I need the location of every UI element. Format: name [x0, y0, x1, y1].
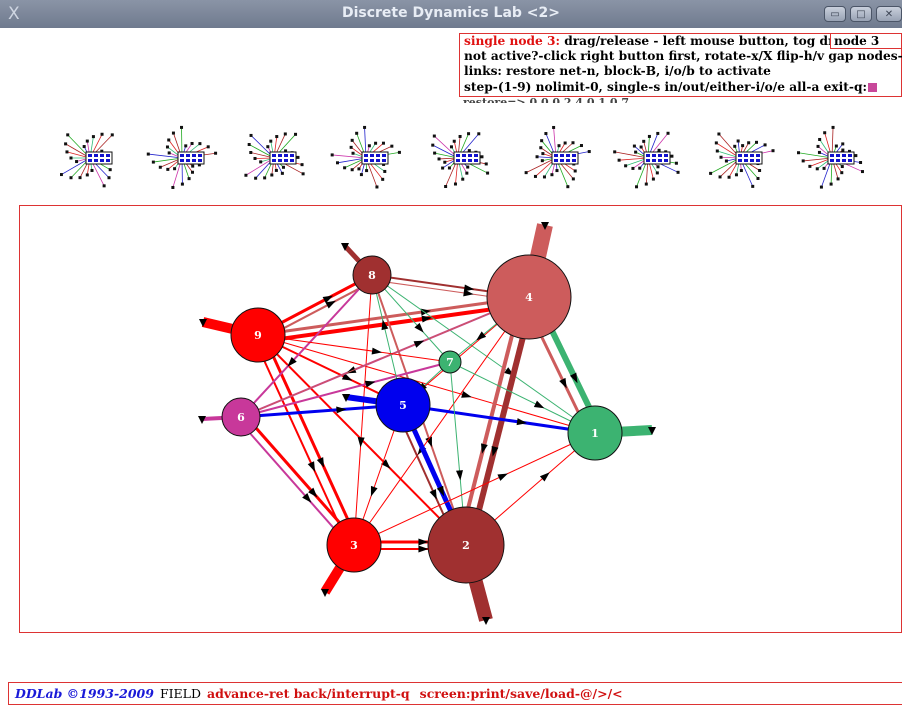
edge-arrow: [497, 473, 508, 481]
node-8[interactable]: 8: [352, 255, 392, 295]
node-label: 7: [446, 356, 454, 369]
edge-arrow: [316, 457, 325, 468]
edge-arrow: [461, 391, 472, 398]
node-label: 2: [462, 539, 470, 552]
network-edge: [353, 274, 373, 546]
node-9[interactable]: 9: [230, 307, 286, 363]
edge-arrow: [370, 485, 378, 497]
field-label: FIELD: [159, 686, 201, 701]
status-bar: DDLab ©1993-2009 FIELD advance-ret back/in…: [8, 682, 902, 705]
edge-arrow: [364, 380, 376, 388]
network-edge: [261, 332, 360, 544]
edge-arrow: [455, 470, 463, 481]
node-label: 6: [237, 411, 245, 424]
node-6[interactable]: 6: [221, 397, 261, 437]
edge-arrow: [418, 538, 429, 546]
node-label: 8: [368, 269, 376, 282]
node-label: 1: [591, 427, 599, 440]
edge-arrow: [413, 340, 425, 348]
node-5[interactable]: 5: [375, 377, 431, 433]
edge-arrow: [418, 545, 429, 553]
node-label: 9: [254, 329, 262, 342]
edge-arrow: [429, 489, 437, 500]
edge-arrow: [371, 347, 382, 355]
edge-arrow: [307, 461, 316, 472]
node-7[interactable]: 7: [438, 350, 462, 374]
node-3[interactable]: 3: [326, 517, 382, 573]
node-4[interactable]: 4: [486, 254, 572, 340]
network-graph[interactable]: 1 2 3 4 5 6 7 8 9: [0, 0, 902, 705]
edge-arrow: [559, 377, 567, 389]
screen-hint: screen:print/save/load-@/>/<: [419, 686, 623, 701]
node-label: 5: [399, 399, 407, 412]
node-1[interactable]: 1: [567, 405, 623, 461]
ddlab-copyright: DDLab ©1993-2009: [15, 686, 154, 701]
edge-arrow: [476, 331, 487, 341]
node-2[interactable]: 2: [427, 506, 505, 584]
edge-arrow: [533, 400, 545, 409]
advance-hint: advance-ret back/interrupt-q: [207, 686, 410, 701]
node-label: 3: [350, 539, 358, 552]
stub-arrow: [482, 617, 490, 625]
network-nodes[interactable]: 1 2 3 4 5 6 7 8 9: [221, 254, 623, 584]
node-label: 4: [525, 291, 533, 304]
